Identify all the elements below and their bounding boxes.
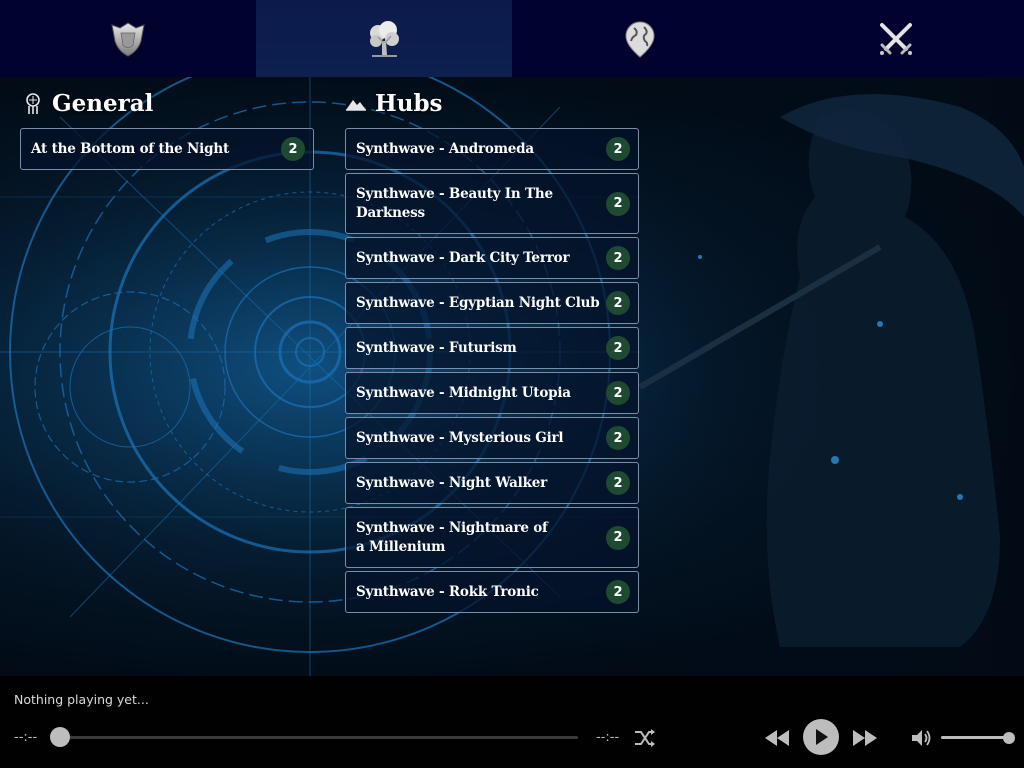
general-section-header: General: [22, 90, 153, 117]
list-item-label: At the Bottom of the Night: [31, 140, 229, 157]
progress-track[interactable]: [60, 736, 578, 739]
hub-item-nightmare-of-a-millenium[interactable]: Synthwave - Nightmare of a Millenium 2: [345, 507, 639, 568]
hub-item-andromeda[interactable]: Synthwave - Andromeda 2: [345, 128, 639, 170]
audio-player: Nothing playing yet... --:-- --:--: [0, 676, 1024, 768]
shuffle-icon: [635, 729, 655, 747]
volume-icon: [912, 730, 931, 746]
count-badge: 2: [606, 191, 630, 216]
list-item-label: Synthwave - Dark City Terror: [356, 249, 570, 266]
hub-item-midnight-utopia[interactable]: Synthwave - Midnight Utopia 2: [345, 372, 639, 414]
hub-item-night-walker[interactable]: Synthwave - Night Walker 2: [345, 462, 639, 504]
dreamcatcher-icon: [22, 92, 44, 115]
globe-pin-icon: [625, 20, 655, 58]
now-playing-text: Nothing playing yet...: [14, 692, 149, 707]
hub-item-dark-city-terror[interactable]: Synthwave - Dark City Terror 2: [345, 237, 639, 279]
fast-forward-button[interactable]: [850, 726, 880, 750]
count-badge: 2: [606, 381, 630, 405]
list-item-label: Synthwave - Rokk Tronic: [356, 583, 539, 600]
top-navigation: [0, 0, 1024, 77]
count-badge: 2: [606, 336, 630, 360]
general-item[interactable]: At the Bottom of the Night 2: [20, 128, 314, 170]
tab-map[interactable]: [512, 0, 768, 77]
tree-icon: [370, 20, 399, 57]
list-item-label: Synthwave - Nightmare of a Millenium: [356, 519, 548, 555]
hub-item-rokk-tronic[interactable]: Synthwave - Rokk Tronic 2: [345, 571, 639, 613]
tab-tree[interactable]: [256, 0, 512, 77]
hubs-section-header: Hubs: [345, 90, 442, 117]
time-total: --:--: [596, 730, 620, 745]
list-item-label: Synthwave - Futurism: [356, 339, 517, 356]
list-item-label: Synthwave - Mysterious Girl: [356, 429, 564, 446]
volume-knob[interactable]: [1003, 732, 1015, 744]
time-elapsed: --:--: [14, 730, 38, 745]
list-item-label: Synthwave - Night Walker: [356, 474, 548, 491]
list-item-label: Synthwave - Beauty In The Darkness: [356, 185, 553, 221]
count-badge: 2: [606, 580, 630, 604]
count-badge: 2: [606, 426, 630, 450]
crossed-swords-icon: [880, 22, 912, 55]
list-item-label: Synthwave - Andromeda: [356, 140, 534, 157]
count-badge: 2: [606, 291, 630, 315]
hub-item-beauty-in-the-darkness[interactable]: Synthwave - Beauty In The Darkness 2: [345, 173, 639, 234]
general-title: General: [52, 90, 154, 117]
count-badge: 2: [606, 471, 630, 495]
list-item-label: Synthwave - Midnight Utopia: [356, 384, 571, 401]
count-badge: 2: [606, 137, 630, 161]
mountain-icon: [345, 93, 367, 115]
rewind-button[interactable]: [762, 726, 792, 750]
progress-knob[interactable]: [50, 727, 70, 747]
tab-shield[interactable]: [0, 0, 256, 77]
rewind-icon: [765, 730, 789, 746]
fast-forward-icon: [853, 730, 877, 746]
volume-track[interactable]: [941, 736, 1009, 739]
tab-battle[interactable]: [768, 0, 1024, 77]
hub-item-mysterious-girl[interactable]: Synthwave - Mysterious Girl 2: [345, 417, 639, 459]
shield-icon: [111, 21, 145, 57]
shuffle-button[interactable]: [632, 726, 658, 750]
count-badge: 2: [606, 525, 630, 550]
play-button[interactable]: [803, 719, 839, 755]
count-badge: 2: [281, 137, 305, 161]
list-item-label: Synthwave - Egyptian Night Club: [356, 294, 600, 311]
hub-item-egyptian-night-club[interactable]: Synthwave - Egyptian Night Club 2: [345, 282, 639, 324]
hubs-title: Hubs: [375, 90, 443, 117]
volume-button[interactable]: [910, 726, 934, 750]
hub-item-futurism[interactable]: Synthwave - Futurism 2: [345, 327, 639, 369]
play-icon: [816, 729, 828, 745]
count-badge: 2: [606, 246, 630, 270]
